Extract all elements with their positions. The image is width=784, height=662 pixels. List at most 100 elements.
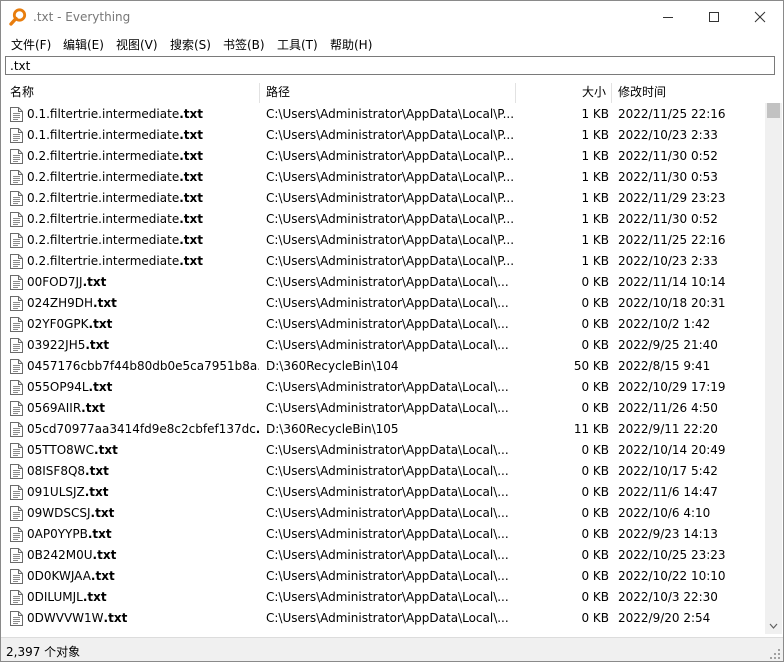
scroll-thumb[interactable]	[767, 103, 780, 118]
table-row[interactable]: 0569AIIR.txt C:\Users\Administrator\AppD…	[1, 398, 763, 419]
table-row[interactable]: 091ULSJZ.txt C:\Users\Administrator\AppD…	[1, 482, 763, 503]
title-bar[interactable]: .txt - Everything	[1, 1, 783, 33]
file-name-stem: 024ZH9DH	[27, 296, 94, 310]
table-row[interactable]: 0.2.filtertrie.intermediate.txt C:\Users…	[1, 167, 763, 188]
file-name-stem: 0AP0YYPB	[27, 527, 88, 541]
table-row[interactable]: 0457176cbb7f44b80db0e5ca7951b8a... D:\36…	[1, 356, 763, 377]
column-header-modified[interactable]: 修改时间	[618, 81, 666, 103]
text-file-icon	[10, 149, 23, 164]
table-row[interactable]: 0.1.filtertrie.intermediate.txt C:\Users…	[1, 104, 763, 125]
menu-help[interactable]: 帮助(H)	[330, 36, 372, 53]
column-divider[interactable]	[611, 83, 612, 103]
file-name-stem: 00FOD7JJ	[27, 275, 83, 289]
file-size: 0 KB	[581, 464, 609, 478]
table-row[interactable]: 0.1.filtertrie.intermediate.txt C:\Users…	[1, 125, 763, 146]
text-file-icon	[10, 485, 23, 500]
file-name-stem: 0B242M0U	[27, 548, 93, 562]
file-name-stem: 0.2.filtertrie.intermediate	[27, 149, 180, 163]
table-row[interactable]: 024ZH9DH.txt C:\Users\Administrator\AppD…	[1, 293, 763, 314]
menu-view[interactable]: 视图(V)	[116, 36, 158, 53]
table-row[interactable]: 0.2.filtertrie.intermediate.txt C:\Users…	[1, 209, 763, 230]
file-modified: 2022/10/6 4:10	[618, 506, 711, 520]
file-modified: 2022/10/18 20:31	[618, 296, 726, 310]
vertical-scrollbar[interactable]	[765, 103, 782, 634]
table-row[interactable]: 05TTO8WC.txt C:\Users\Administrator\AppD…	[1, 440, 763, 461]
file-name: 0457176cbb7f44b80db0e5ca7951b8a...	[27, 356, 259, 377]
column-header-path[interactable]: 路径	[266, 81, 290, 103]
file-name-stem: 0DILUMJL	[27, 590, 83, 604]
column-header-name[interactable]: 名称	[10, 81, 34, 103]
column-divider[interactable]	[259, 83, 260, 103]
menu-search[interactable]: 搜索(S)	[170, 36, 211, 53]
file-name-match: .txt	[82, 275, 107, 289]
object-count: 2,397 个对象	[6, 645, 81, 659]
table-row[interactable]: 0DWVVW1W.txt C:\Users\Administrator\AppD…	[1, 608, 763, 629]
table-row[interactable]: 08ISF8Q8.txt C:\Users\Administrator\AppD…	[1, 461, 763, 482]
file-modified: 2022/11/29 23:23	[618, 191, 726, 205]
file-name-match: .txt	[92, 548, 117, 562]
minimize-button[interactable]	[645, 1, 691, 33]
table-row[interactable]: 03922JH5.txt C:\Users\Administrator\AppD…	[1, 335, 763, 356]
menu-tools[interactable]: 工具(T)	[277, 36, 318, 53]
file-modified: 2022/11/30 0:53	[618, 170, 718, 184]
menu-file[interactable]: 文件(F)	[11, 36, 51, 53]
scroll-down-button[interactable]	[765, 617, 782, 634]
file-size: 0 KB	[581, 275, 609, 289]
table-row[interactable]: 0B242M0U.txt C:\Users\Administrator\AppD…	[1, 545, 763, 566]
resize-grip-icon[interactable]	[769, 648, 781, 660]
menu-edit[interactable]: 编辑(E)	[63, 36, 104, 53]
table-row[interactable]: 0.2.filtertrie.intermediate.txt C:\Users…	[1, 251, 763, 272]
file-modified: 2022/11/25 22:16	[618, 233, 726, 247]
table-row[interactable]: 0.2.filtertrie.intermediate.txt C:\Users…	[1, 146, 763, 167]
file-name-stem: 08ISF8Q8	[27, 464, 86, 478]
file-name-stem: 05TTO8WC	[27, 443, 95, 457]
file-name-match: .txt	[179, 170, 203, 184]
table-row[interactable]: 0D0KWJAA.txt C:\Users\Administrator\AppD…	[1, 566, 763, 587]
file-name: 02YF0GPK.txt	[27, 314, 259, 335]
table-row[interactable]: 0DILUMJL.txt C:\Users\Administrator\AppD…	[1, 587, 763, 608]
file-modified: 2022/11/26 4:50	[618, 401, 718, 415]
table-row[interactable]: 02YF0GPK.txt C:\Users\Administrator\AppD…	[1, 314, 763, 335]
column-divider[interactable]	[515, 83, 516, 103]
file-name: 03922JH5.txt	[27, 335, 259, 356]
table-row[interactable]: 0.2.filtertrie.intermediate.txt C:\Users…	[1, 230, 763, 251]
file-name: 0.2.filtertrie.intermediate.txt	[27, 167, 259, 188]
file-name-stem: 03922JH5	[27, 338, 86, 352]
text-file-icon	[10, 380, 23, 395]
file-size: 0 KB	[581, 338, 609, 352]
maximize-button[interactable]	[691, 1, 737, 33]
chevron-down-icon	[769, 623, 778, 629]
table-row[interactable]: 00FOD7JJ.txt C:\Users\Administrator\AppD…	[1, 272, 763, 293]
column-header-size[interactable]: 大小	[521, 81, 606, 103]
file-name: 0DILUMJL.txt	[27, 587, 259, 608]
results-list[interactable]: 0.1.filtertrie.intermediate.txt C:\Users…	[1, 104, 763, 634]
file-modified: 2022/11/14 10:14	[618, 275, 726, 289]
file-modified: 2022/11/30 0:52	[618, 149, 718, 163]
file-path: C:\Users\Administrator\AppData\Local\...	[266, 464, 509, 478]
table-row[interactable]: 0.2.filtertrie.intermediate.txt C:\Users…	[1, 188, 763, 209]
file-name: 0.2.filtertrie.intermediate.txt	[27, 209, 259, 230]
file-size: 0 KB	[581, 485, 609, 499]
menu-bookmarks[interactable]: 书签(B)	[223, 36, 265, 53]
table-row[interactable]: 055OP94L.txt C:\Users\Administrator\AppD…	[1, 377, 763, 398]
text-file-icon	[10, 296, 23, 311]
file-name: 0.1.filtertrie.intermediate.txt	[27, 125, 259, 146]
file-name-match: .txt	[90, 506, 115, 520]
file-path: C:\Users\Administrator\AppData\Local\P..…	[266, 254, 515, 268]
file-path: D:\360RecycleBin\104	[266, 359, 399, 373]
close-button[interactable]	[737, 1, 783, 33]
text-file-icon	[10, 506, 23, 521]
file-name-match: .txt	[81, 401, 105, 415]
search-box	[5, 56, 775, 75]
table-row[interactable]: 0AP0YYPB.txt C:\Users\Administrator\AppD…	[1, 524, 763, 545]
file-name-stem: 055OP94L	[27, 380, 89, 394]
file-name: 0.2.filtertrie.intermediate.txt	[27, 251, 259, 272]
search-input[interactable]	[6, 57, 770, 74]
text-file-icon	[10, 401, 23, 416]
file-path: C:\Users\Administrator\AppData\Local\P..…	[266, 212, 515, 226]
file-size: 11 KB	[573, 422, 609, 436]
table-row[interactable]: 05cd70977aa3414fd9e8c2cbfef137dc.t... D:…	[1, 419, 763, 440]
close-icon	[754, 11, 766, 23]
table-row[interactable]: 09WDSCSJ.txt C:\Users\Administrator\AppD…	[1, 503, 763, 524]
file-size: 1 KB	[581, 107, 609, 121]
